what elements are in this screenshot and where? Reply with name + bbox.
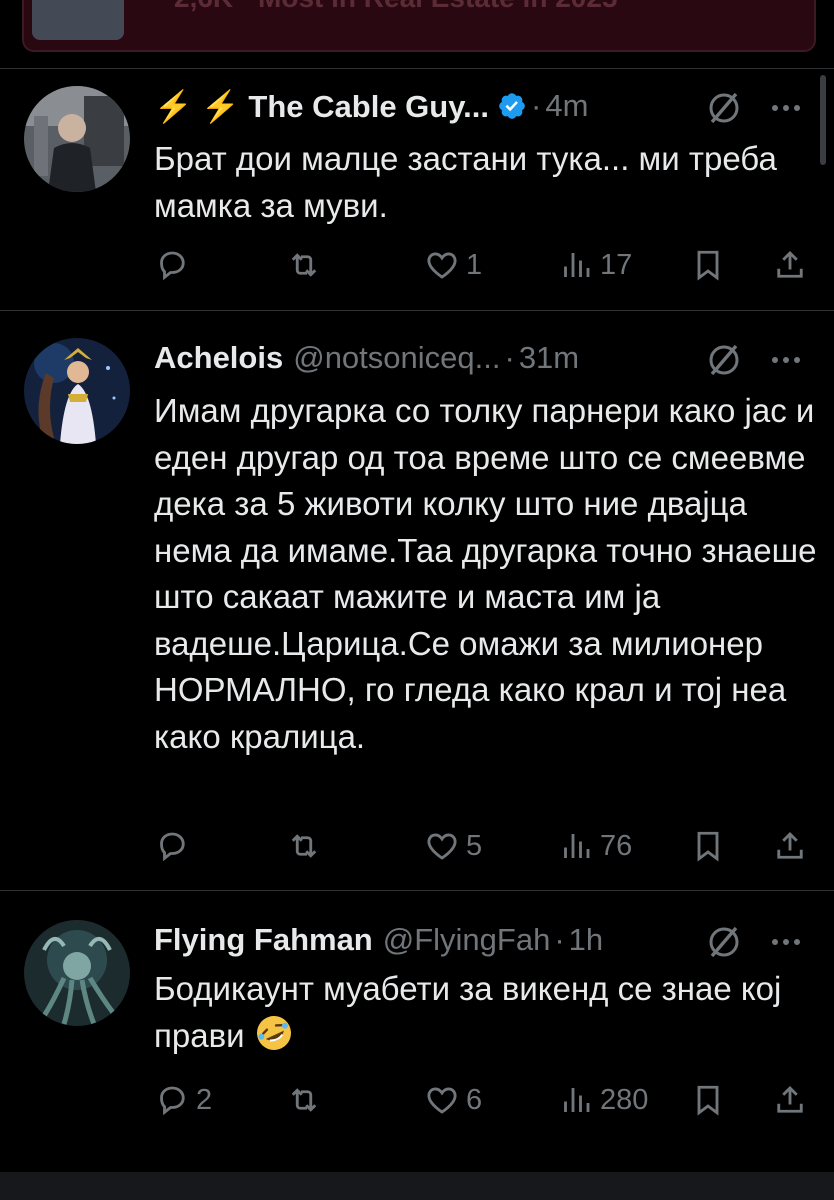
more-options-icon[interactable] — [766, 340, 806, 380]
share-button[interactable] — [772, 824, 808, 868]
grok-icon[interactable] — [704, 340, 744, 380]
heart-icon — [427, 1087, 457, 1114]
repost-icon — [291, 834, 317, 858]
tweet-text: Бодикаунт муабети за викенд се знае кој … — [154, 966, 819, 1059]
tweet-text-content: Бодикаунт муабети за викенд се знае кој … — [154, 970, 782, 1054]
tweet-header: Flying Fahman @FlyingFah · 1h — [154, 920, 603, 960]
promo-card[interactable]: 2,6K · Most in Real Estate in 2025 — [22, 0, 816, 52]
views-icon — [564, 253, 590, 277]
views-count: 17 — [600, 248, 633, 281]
like-button[interactable]: 1 — [424, 243, 482, 287]
views-icon — [564, 1088, 590, 1112]
like-button[interactable]: 5 — [424, 824, 482, 868]
bookmark-button[interactable] — [690, 1078, 726, 1122]
tweet-actions: 2 6 280 — [154, 1078, 819, 1122]
avatar[interactable] — [24, 920, 130, 1026]
avatar-photo-icon — [24, 86, 130, 192]
reply-icon — [160, 1086, 185, 1116]
repost-icon — [291, 253, 317, 277]
share-button[interactable] — [772, 243, 808, 287]
divider — [0, 68, 834, 69]
tweet-actions: 1 17 — [154, 243, 819, 287]
timestamp[interactable]: 31m — [519, 340, 579, 376]
promo-thumbnail — [32, 0, 124, 40]
share-icon — [777, 250, 803, 278]
reply-button[interactable] — [154, 243, 196, 287]
more-options-icon[interactable] — [766, 88, 806, 128]
avatar-creature-icon — [24, 920, 130, 1026]
separator-dot: · — [554, 922, 565, 957]
heart-icon — [427, 252, 457, 279]
views-count: 76 — [600, 829, 633, 862]
promo-text: 2,6K · Most in Real Estate in 2025 — [174, 0, 618, 14]
reply-button[interactable] — [154, 824, 196, 868]
user-handle[interactable]: @FlyingFah — [383, 922, 551, 958]
reply-count: 2 — [196, 1083, 213, 1116]
reply-button[interactable]: 2 — [154, 1078, 212, 1122]
timestamp[interactable]: 1h — [569, 922, 603, 958]
avatar-goddess-icon — [24, 338, 130, 444]
avatar[interactable] — [24, 86, 130, 192]
tweet-text: Брат дои малце застани тука... ми треба … — [154, 140, 777, 224]
grok-icon[interactable] — [704, 88, 744, 128]
repost-icon — [291, 1088, 317, 1112]
bottom-navigation-bar — [0, 1172, 834, 1200]
display-name[interactable]: ⚡ ⚡ The Cable Guy... — [154, 88, 489, 125]
avatar[interactable] — [24, 338, 130, 444]
grok-icon[interactable] — [704, 922, 744, 962]
tweet-text: Имам другарка со толку парнери како јас … — [154, 392, 817, 755]
repost-button[interactable] — [286, 243, 328, 287]
tweet-actions: 5 76 — [154, 824, 819, 868]
like-count: 6 — [466, 1083, 483, 1116]
like-button[interactable]: 6 — [424, 1078, 482, 1122]
views-count: 280 — [600, 1083, 649, 1116]
bookmark-icon — [697, 831, 719, 862]
repost-button[interactable] — [286, 824, 328, 868]
views-button[interactable]: 17 — [558, 243, 632, 287]
user-handle[interactable]: @notsoniceq... — [293, 340, 500, 376]
like-count: 1 — [466, 248, 483, 281]
bookmark-button[interactable] — [690, 243, 726, 287]
repost-button[interactable] — [286, 1078, 328, 1122]
rolling-laughing-emoji-icon — [256, 1015, 291, 1050]
bookmark-button[interactable] — [690, 824, 726, 868]
reply-icon — [160, 251, 185, 281]
divider — [0, 890, 834, 891]
tweet-header: Achelois @notsoniceq... · 31m — [154, 338, 579, 378]
share-button[interactable] — [772, 1078, 808, 1122]
display-name[interactable]: Achelois — [154, 340, 283, 376]
bookmark-icon — [697, 250, 719, 281]
divider — [0, 310, 834, 311]
heart-icon — [427, 833, 457, 860]
reply-icon — [160, 832, 185, 862]
display-name[interactable]: Flying Fahman — [154, 922, 373, 958]
share-icon — [777, 831, 803, 859]
bookmark-icon — [697, 1085, 719, 1116]
views-button[interactable]: 76 — [558, 824, 632, 868]
more-options-icon[interactable] — [766, 922, 806, 962]
separator-dot: · — [504, 340, 515, 375]
scrollbar-thumb[interactable] — [820, 75, 826, 165]
promo-banner[interactable]: 2,6K · Most in Real Estate in 2025 — [0, 0, 834, 70]
tweet-header: ⚡ ⚡ The Cable Guy... · 4m — [154, 86, 588, 126]
views-button[interactable]: 280 — [558, 1078, 648, 1122]
verified-badge-icon[interactable] — [497, 91, 527, 121]
separator-dot: · — [531, 88, 542, 123]
share-icon — [777, 1085, 803, 1113]
views-icon — [564, 834, 590, 858]
like-count: 5 — [466, 829, 483, 862]
timestamp[interactable]: 4m — [545, 88, 588, 124]
